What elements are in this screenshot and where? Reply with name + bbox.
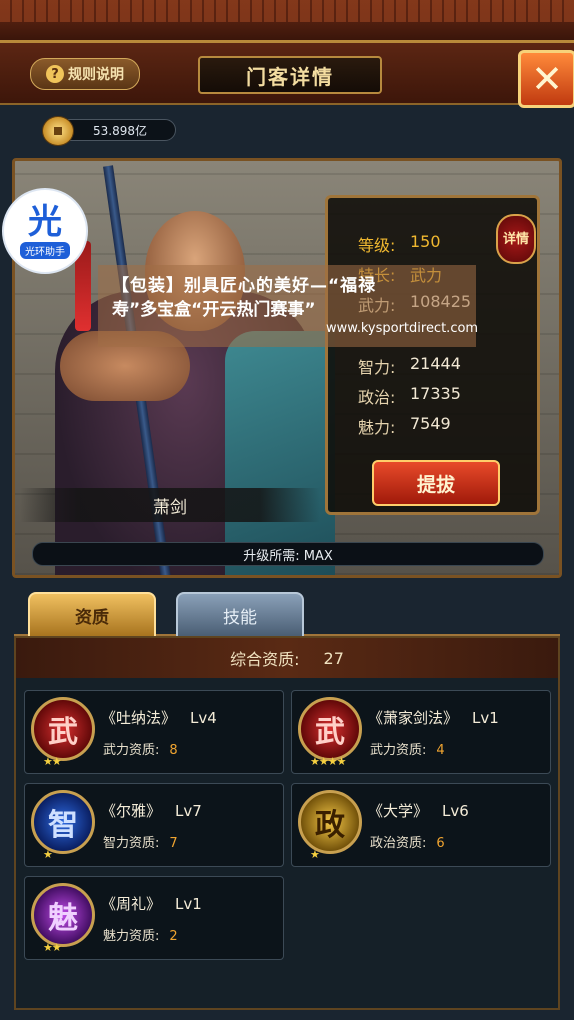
aptitude-value: 27: [323, 648, 344, 668]
skill-card[interactable]: 武 ★★ 《吐纳法》 Lv4 武力资质: 8: [24, 690, 284, 774]
intelligence-skill-icon: 智: [31, 790, 95, 854]
skill-attribute-value: 7: [169, 836, 178, 851]
skill-level: Lv1: [175, 895, 202, 913]
skill-name: 《尔雅》 Lv7: [101, 802, 202, 820]
currency-amount: 53.898亿: [93, 123, 147, 138]
stat-level: 等级: 150: [358, 232, 441, 255]
hero-figure-cape: [225, 331, 335, 575]
currency-bar: 53.898亿: [58, 119, 176, 141]
coin-icon: [42, 116, 74, 146]
page-title: 门客详情: [198, 56, 382, 94]
skill-stars: ★★: [43, 941, 62, 954]
skill-card[interactable]: 政 ★ 《大学》 Lv6 政治资质: 6: [291, 783, 551, 867]
roof-tiles: [0, 0, 574, 22]
question-icon: ?: [46, 65, 64, 83]
watermark-url: www.kysportdirect.com: [326, 321, 479, 336]
skill-level: Lv1: [472, 709, 499, 727]
upgrade-requirement-bar: 升级所需: MAX: [32, 542, 544, 566]
charm-skill-icon: 魅: [31, 883, 95, 947]
skill-attribute: 政治资质: 6: [370, 836, 445, 851]
skill-attribute-value: 6: [436, 836, 445, 851]
force-skill-icon: 武: [31, 697, 95, 761]
skill-attribute-value: 8: [169, 743, 178, 758]
skill-name: 《萧家剑法》 Lv1: [368, 709, 499, 727]
skill-stars: ★★: [43, 755, 62, 768]
skill-attribute: 魅力资质: 2: [103, 929, 178, 944]
skill-level: Lv7: [175, 802, 202, 820]
stat-charm: 魅力: 7549: [358, 414, 451, 437]
skill-attribute: 武力资质: 4: [370, 743, 445, 758]
force-skill-icon: 武: [298, 697, 362, 761]
logo-glyph: 光: [28, 201, 62, 242]
assistant-logo-badge: 光 光环助手: [2, 188, 88, 274]
politics-skill-icon: 政: [298, 790, 362, 854]
tab-skills[interactable]: 技能: [176, 592, 304, 636]
skill-attribute: 武力资质: 8: [103, 743, 178, 758]
skill-name: 《吐纳法》 Lv4: [101, 709, 217, 727]
close-icon: ✕: [531, 57, 563, 101]
watermark-line-1: 【包装】别具匠心的美好—“福禄: [112, 276, 377, 296]
promote-button[interactable]: 提拔: [372, 460, 500, 506]
hero-name: 萧剑: [20, 488, 320, 522]
close-button[interactable]: ✕: [518, 50, 574, 108]
skill-stars: ★: [310, 848, 320, 861]
skill-card[interactable]: 魅 ★★ 《周礼》 Lv1 魅力资质: 2: [24, 876, 284, 960]
skill-name: 《周礼》 Lv1: [101, 895, 202, 913]
watermark-line-2: 寿”多宝盒“开云热门赛事”: [112, 300, 316, 320]
tab-aptitude[interactable]: 资质: [28, 592, 156, 636]
aptitude-summary: 综合资质: 27: [16, 638, 558, 678]
skill-stars: ★★★★: [310, 755, 346, 768]
stat-intelligence: 智力: 21444: [358, 354, 461, 377]
skill-level: Lv6: [442, 802, 469, 820]
skill-name: 《大学》 Lv6: [368, 802, 469, 820]
skill-card[interactable]: 武 ★★★★ 《萧家剑法》 Lv1 武力资质: 4: [291, 690, 551, 774]
skill-attribute: 智力资质: 7: [103, 836, 178, 851]
skill-stars: ★: [43, 848, 53, 861]
skill-attribute-value: 4: [436, 743, 445, 758]
logo-text: 光环助手: [20, 241, 70, 259]
rules-label: 规则说明: [68, 67, 124, 83]
skill-card[interactable]: 智 ★ 《尔雅》 Lv7 智力资质: 7: [24, 783, 284, 867]
skill-attribute-value: 2: [169, 929, 178, 944]
stat-politics: 政治: 17335: [358, 384, 461, 407]
aptitude-label: 综合资质:: [230, 650, 300, 669]
detail-button[interactable]: 详情: [496, 214, 536, 264]
watermark-overlay: 【包装】别具匠心的美好—“福禄 寿”多宝盒“开云热门赛事” www.kyspor…: [98, 265, 479, 347]
skill-level: Lv4: [190, 709, 217, 727]
rules-button[interactable]: ? 规则说明: [30, 58, 140, 90]
